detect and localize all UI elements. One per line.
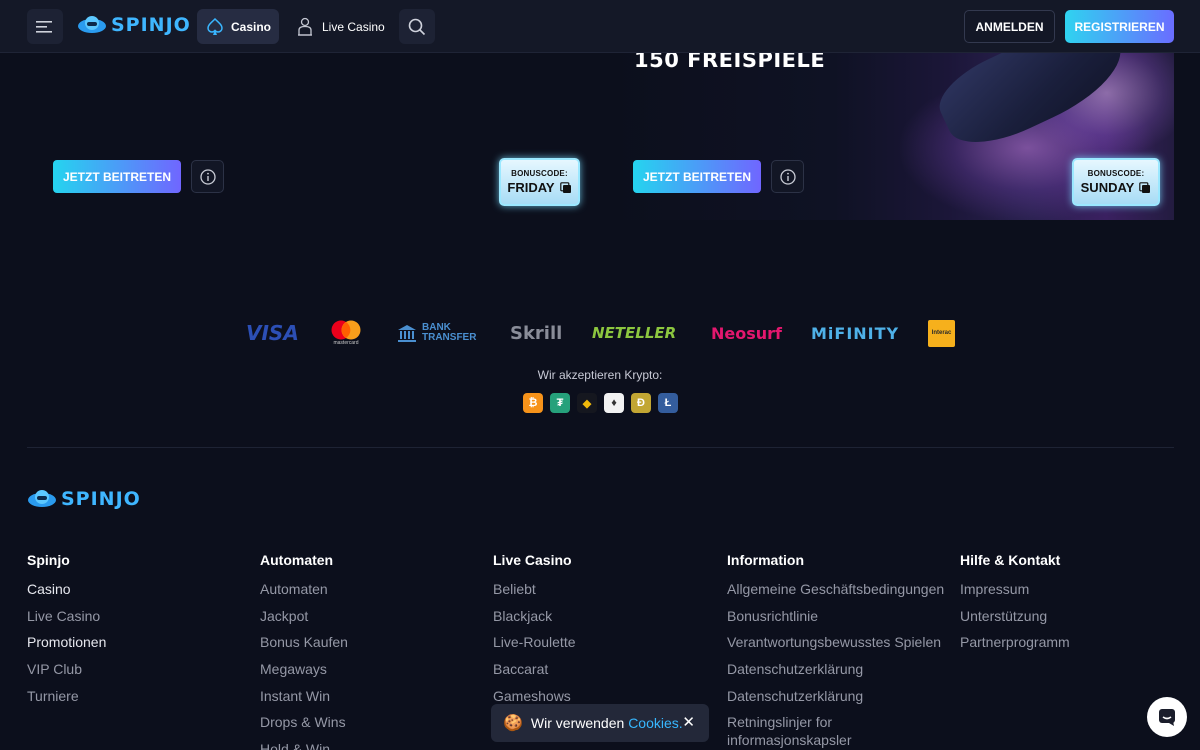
footer-link-privacy[interactable]: Datenschutzerklärung xyxy=(727,660,947,687)
footer-link-cookie-policy[interactable]: Retningslinjer for informasjonskapsler xyxy=(727,713,877,749)
login-button[interactable]: ANMELDEN xyxy=(964,10,1055,43)
footer-link-support[interactable]: Unterstützung xyxy=(960,607,1180,634)
neosurf-logo: Neosurf xyxy=(711,323,782,343)
footer-column-information: Information Allgemeine Geschäftsbedingun… xyxy=(727,552,947,749)
footer-column-live-casino: Live Casino Beliebt Blackjack Live-Roule… xyxy=(493,552,713,713)
logo[interactable]: SPINJO xyxy=(77,13,191,37)
footer-column-title: Spinjo xyxy=(27,552,70,568)
spinjo-logo-icon xyxy=(28,490,56,507)
footer-link-terms[interactable]: Allgemeine Geschäftsbedingungen xyxy=(727,580,947,607)
spade-icon xyxy=(207,17,223,35)
ethereum-icon: ♦ xyxy=(604,393,624,413)
cookie-link[interactable]: Cookies. xyxy=(628,715,682,731)
promo-info-button[interactable] xyxy=(191,160,224,193)
footer-link-imprint[interactable]: Impressum xyxy=(960,580,1180,607)
nav-live-casino[interactable]: Live Casino xyxy=(296,9,385,44)
footer-link-tournaments[interactable]: Turniere xyxy=(27,687,247,714)
dealer-icon xyxy=(298,17,312,36)
bonus-code-value: SUNDAY xyxy=(1080,180,1135,195)
cookie-icon: 🍪 xyxy=(503,715,523,732)
footer-link-bonus-buy[interactable]: Bonus Kaufen xyxy=(260,633,480,660)
visa-logo: VISA xyxy=(246,321,299,345)
brand-name: SPINJO xyxy=(111,14,191,36)
mastercard-icon xyxy=(331,320,361,340)
footer-divider xyxy=(27,447,1174,448)
tether-icon: ₮ xyxy=(550,393,570,413)
nav-casino[interactable]: Casino xyxy=(197,9,279,44)
neteller-logo: NETELLER xyxy=(592,324,677,342)
footer-link-promotions[interactable]: Promotionen xyxy=(27,633,247,660)
spinjo-logo-icon xyxy=(78,16,106,33)
bonus-code-box[interactable]: BONUSCODE: SUNDAY xyxy=(1072,158,1160,206)
skrill-logo: Skrill xyxy=(510,322,563,344)
footer-link-blackjack[interactable]: Blackjack xyxy=(493,607,713,634)
footer-link-live-roulette[interactable]: Live-Roulette xyxy=(493,633,713,660)
cookie-text: Wir verwenden xyxy=(530,715,625,731)
footer-brand-name: SPINJO xyxy=(61,488,141,510)
bonus-code-box[interactable]: BONUSCODE: FRIDAY xyxy=(499,158,580,206)
promo-title: 150 FREISPIELE xyxy=(634,53,826,72)
mastercard-logo: mastercard xyxy=(329,318,363,348)
bank-transfer-logo: BANK TRANSFER xyxy=(397,318,476,348)
copy-icon xyxy=(1139,181,1151,193)
crypto-icons: ₿ ₮ ◆ ♦ Ð Ł xyxy=(523,393,678,413)
bonus-code-label: BONUSCODE: xyxy=(511,169,568,178)
chat-icon xyxy=(1159,709,1175,726)
bitcoin-icon: ₿ xyxy=(523,393,543,413)
footer-column-title: Automaten xyxy=(260,552,334,568)
footer-link-jackpot[interactable]: Jackpot xyxy=(260,607,480,634)
footer-link-hold-win[interactable]: Hold & Win xyxy=(260,740,480,750)
join-now-button[interactable]: JETZT BEITRETEN xyxy=(53,160,181,193)
cookie-banner: 🍪 Wir verwenden Cookies. ✕ xyxy=(491,704,709,742)
register-button[interactable]: REGISTRIEREN xyxy=(1065,10,1174,43)
menu-button[interactable] xyxy=(27,9,63,44)
info-icon xyxy=(199,168,216,185)
payment-methods: VISA mastercard BANK TRANSFER Skrill NET… xyxy=(0,318,1200,348)
footer-link-baccarat[interactable]: Baccarat xyxy=(493,660,713,687)
footer-link-slots[interactable]: Automaten xyxy=(260,580,480,607)
footer-link-privacy-2[interactable]: Datenschutzerklärung xyxy=(727,687,947,714)
nav-casino-label: Casino xyxy=(231,19,272,34)
promo-card-friday: JETZT BEITRETEN BONUSCODE: FRIDAY xyxy=(27,53,587,220)
promo-info-button[interactable] xyxy=(771,160,804,193)
footer-column-title: Information xyxy=(727,552,804,568)
crypto-accepted-label: Wir akzeptieren Krypto: xyxy=(537,368,663,382)
dogecoin-icon: Ð xyxy=(631,393,651,413)
footer-link-live-casino[interactable]: Live Casino xyxy=(27,607,247,634)
interac-logo: Interac xyxy=(928,318,955,348)
bonus-code-value: FRIDAY xyxy=(507,180,555,195)
footer-link-affiliate[interactable]: Partnerprogramm xyxy=(960,633,1180,660)
top-navigation-bar: SPINJO Casino Live Casino ANMELDEN REGIS… xyxy=(0,0,1200,53)
footer-link-megaways[interactable]: Megaways xyxy=(260,660,480,687)
footer-link-popular[interactable]: Beliebt xyxy=(493,580,713,607)
nav-live-casino-label: Live Casino xyxy=(322,19,385,34)
join-now-button[interactable]: JETZT BEITRETEN xyxy=(633,160,761,193)
footer-link-bonus-policy[interactable]: Bonusrichtlinie xyxy=(727,607,947,634)
info-icon xyxy=(779,168,796,185)
search-button[interactable] xyxy=(399,9,435,44)
bank-icon xyxy=(398,325,416,342)
footer-logo[interactable]: SPINJO xyxy=(27,487,141,511)
footer-column-spinjo: Spinjo Casino Live Casino Promotionen VI… xyxy=(27,552,247,713)
footer-link-vip-club[interactable]: VIP Club xyxy=(27,660,247,687)
hamburger-menu-icon xyxy=(36,20,52,33)
promo-card-sunday: 150 FREISPIELE JETZT BEITRETEN BONUSCODE… xyxy=(607,53,1174,220)
litecoin-icon: Ł xyxy=(658,393,678,413)
chat-button[interactable] xyxy=(1147,697,1187,737)
mifinity-logo: MiFINITY xyxy=(811,323,900,343)
close-icon[interactable]: ✕ xyxy=(682,713,695,731)
footer-column-title: Hilfe & Kontakt xyxy=(960,552,1061,568)
footer-link-responsible-gaming[interactable]: Verantwortungsbewusstes Spielen xyxy=(727,633,947,660)
footer-column-automaten: Automaten Automaten Jackpot Bonus Kaufen… xyxy=(260,552,480,750)
footer-column-help-contact: Hilfe & Kontakt Impressum Unterstützung … xyxy=(960,552,1180,660)
copy-icon xyxy=(559,181,571,193)
footer-column-title: Live Casino xyxy=(493,552,572,568)
footer-link-instant-win[interactable]: Instant Win xyxy=(260,687,480,714)
footer-link-casino[interactable]: Casino xyxy=(27,580,247,607)
search-icon xyxy=(408,18,426,35)
bonus-code-label: BONUSCODE: xyxy=(1087,169,1145,178)
binance-icon: ◆ xyxy=(577,393,597,413)
footer-link-drops-wins[interactable]: Drops & Wins xyxy=(260,713,480,740)
